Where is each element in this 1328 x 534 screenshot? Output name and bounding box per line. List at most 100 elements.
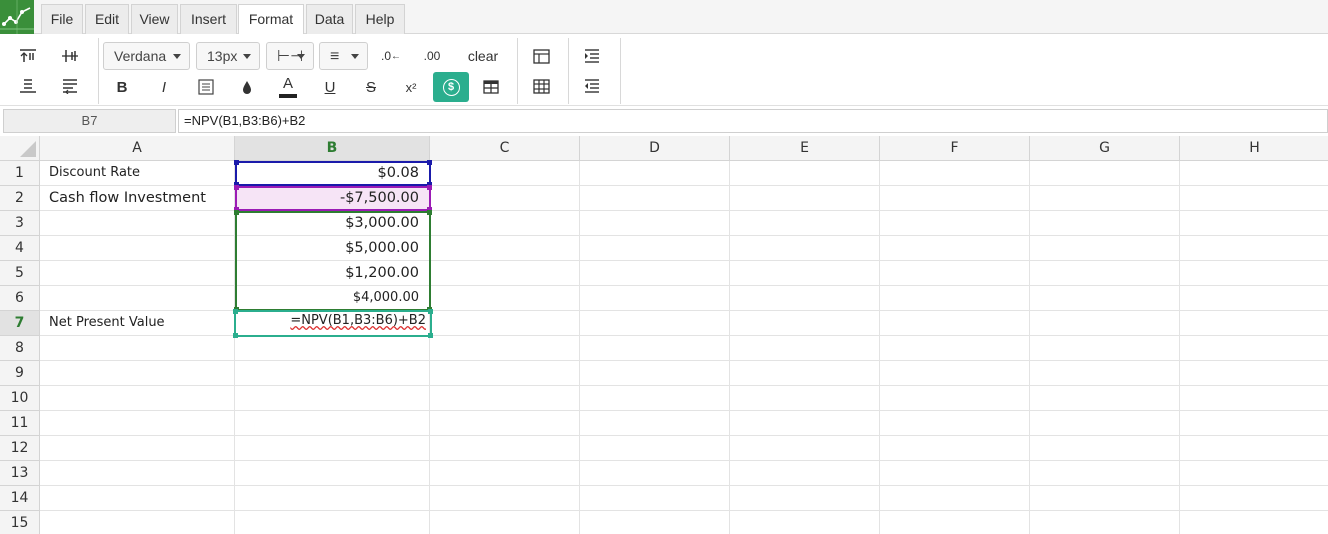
cell-a11[interactable] — [40, 411, 235, 436]
cell-e10[interactable] — [730, 386, 880, 411]
cell-b3[interactable]: $3,000.00 — [235, 211, 430, 236]
menu-insert[interactable]: Insert — [180, 4, 237, 34]
underline-button[interactable]: U — [316, 75, 344, 99]
cell-e2[interactable] — [730, 186, 880, 211]
cell-g12[interactable] — [1030, 436, 1180, 461]
cell-g1[interactable] — [1030, 161, 1180, 186]
fill-color-icon[interactable] — [233, 75, 261, 99]
cell-e11[interactable] — [730, 411, 880, 436]
cell-d2[interactable] — [580, 186, 730, 211]
cell-g3[interactable] — [1030, 211, 1180, 236]
cell-a6[interactable] — [40, 286, 235, 311]
cell-d15[interactable] — [580, 511, 730, 534]
cell-h14[interactable] — [1180, 486, 1328, 511]
cell-d10[interactable] — [580, 386, 730, 411]
grid-lines-icon[interactable] — [527, 74, 555, 98]
align-middle-icon[interactable] — [56, 44, 84, 68]
cell-g7[interactable] — [1030, 311, 1180, 336]
column-header-a[interactable]: A — [40, 136, 235, 161]
cell-c5[interactable] — [430, 261, 580, 286]
cell-f13[interactable] — [880, 461, 1030, 486]
cell-c3[interactable] — [430, 211, 580, 236]
cell-f9[interactable] — [880, 361, 1030, 386]
cell-c9[interactable] — [430, 361, 580, 386]
cell-a10[interactable] — [40, 386, 235, 411]
cell-b8[interactable] — [235, 336, 430, 361]
format-table-icon[interactable] — [477, 75, 505, 99]
row-header-4[interactable]: 4 — [0, 236, 40, 261]
cell-h8[interactable] — [1180, 336, 1328, 361]
cell-g9[interactable] — [1030, 361, 1180, 386]
menu-edit[interactable]: Edit — [85, 4, 129, 34]
cell-a4[interactable] — [40, 236, 235, 261]
cell-f14[interactable] — [880, 486, 1030, 511]
cell-c11[interactable] — [430, 411, 580, 436]
formula-input[interactable]: =NPV(B1,B3:B6)+B2 — [178, 109, 1328, 133]
currency-format-button[interactable]: $ — [433, 72, 469, 102]
cell-g14[interactable] — [1030, 486, 1180, 511]
cell-f3[interactable] — [880, 211, 1030, 236]
column-header-f[interactable]: F — [880, 136, 1030, 161]
cell-h1[interactable] — [1180, 161, 1328, 186]
cell-a8[interactable] — [40, 336, 235, 361]
cell-g11[interactable] — [1030, 411, 1180, 436]
cell-d6[interactable] — [580, 286, 730, 311]
cell-g13[interactable] — [1030, 461, 1180, 486]
cell-e1[interactable] — [730, 161, 880, 186]
cell-e9[interactable] — [730, 361, 880, 386]
row-header-15[interactable]: 15 — [0, 511, 40, 534]
cell-b4[interactable]: $5,000.00 — [235, 236, 430, 261]
row-header-1[interactable]: 1 — [0, 161, 40, 186]
cell-e5[interactable] — [730, 261, 880, 286]
cell-f4[interactable] — [880, 236, 1030, 261]
cell-c6[interactable] — [430, 286, 580, 311]
cell-d7[interactable] — [580, 311, 730, 336]
cell-g6[interactable] — [1030, 286, 1180, 311]
fill-pattern-icon[interactable] — [192, 75, 220, 99]
row-header-8[interactable]: 8 — [0, 336, 40, 361]
indent-decrease-icon[interactable] — [578, 74, 606, 98]
column-header-h[interactable]: H — [1180, 136, 1328, 161]
row-header-9[interactable]: 9 — [0, 361, 40, 386]
cell-b14[interactable] — [235, 486, 430, 511]
align-bottom-icon[interactable] — [14, 74, 42, 98]
cell-b2[interactable]: -$7,500.00 — [235, 186, 430, 211]
cell-h12[interactable] — [1180, 436, 1328, 461]
cell-a13[interactable] — [40, 461, 235, 486]
cell-a7[interactable]: Net Present Value — [40, 311, 235, 336]
cell-a14[interactable] — [40, 486, 235, 511]
cell-b7[interactable]: =NPV(B1,B3:B6)+B2 — [235, 311, 430, 336]
decrease-decimal-button[interactable]: .0 ← — [377, 44, 405, 68]
cell-h5[interactable] — [1180, 261, 1328, 286]
cell-g10[interactable] — [1030, 386, 1180, 411]
cell-c2[interactable] — [430, 186, 580, 211]
row-header-7[interactable]: 7 — [0, 311, 40, 336]
cell-c1[interactable] — [430, 161, 580, 186]
row-header-6[interactable]: 6 — [0, 286, 40, 311]
align-select[interactable]: ≡ — [319, 42, 368, 70]
row-header-14[interactable]: 14 — [0, 486, 40, 511]
menu-format[interactable]: Format — [238, 4, 304, 35]
borders-select[interactable]: ⊢⊣ — [266, 42, 314, 70]
cell-b15[interactable] — [235, 511, 430, 534]
strikethrough-button[interactable]: S — [357, 75, 385, 99]
wrap-text-icon[interactable] — [56, 74, 84, 98]
clear-format-button[interactable]: clear — [462, 44, 504, 68]
cell-h7[interactable] — [1180, 311, 1328, 336]
cell-d11[interactable] — [580, 411, 730, 436]
cell-f12[interactable] — [880, 436, 1030, 461]
cell-b11[interactable] — [235, 411, 430, 436]
cell-a2[interactable]: Cash flow Investment — [40, 186, 235, 211]
menu-file[interactable]: File — [41, 4, 83, 34]
cell-d1[interactable] — [580, 161, 730, 186]
row-header-10[interactable]: 10 — [0, 386, 40, 411]
cell-b12[interactable] — [235, 436, 430, 461]
cell-d8[interactable] — [580, 336, 730, 361]
font-color-button[interactable]: A — [274, 75, 302, 99]
cell-a12[interactable] — [40, 436, 235, 461]
align-top-icon[interactable] — [14, 44, 42, 68]
cell-e6[interactable] — [730, 286, 880, 311]
row-header-3[interactable]: 3 — [0, 211, 40, 236]
cell-e3[interactable] — [730, 211, 880, 236]
cell-a3[interactable] — [40, 211, 235, 236]
